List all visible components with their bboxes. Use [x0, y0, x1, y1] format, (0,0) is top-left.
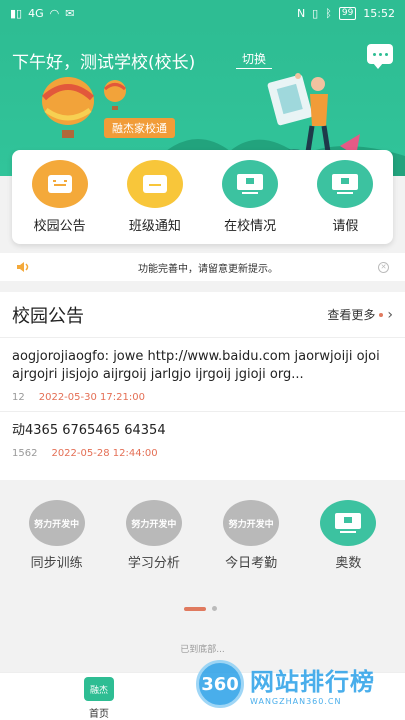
page-dot-active[interactable]	[184, 606, 206, 611]
wifi-icon: ◠	[49, 6, 60, 20]
clock: 15:52	[363, 6, 395, 20]
feature-learning-analysis[interactable]: 努力开发中 学习分析	[114, 500, 194, 580]
view-count: 1562	[12, 448, 38, 459]
timestamp: 2022-05-30 17:21:00	[38, 392, 145, 403]
watermark-logo: 360	[196, 660, 244, 708]
in-development-badge: 努力开发中	[28, 500, 85, 546]
feature-math-olympiad[interactable]: 奥数	[308, 500, 388, 580]
page-indicator	[184, 606, 217, 611]
menu-label: 在校情况	[224, 219, 277, 234]
feature-sync-training[interactable]: 努力开发中 同步训练	[17, 500, 97, 580]
watermark-subtitle: WANGZHAN360.CN	[250, 697, 342, 706]
view-more-link[interactable]: 查看更多 ›	[327, 306, 393, 323]
menu-class-notice[interactable]: 班级通知	[112, 160, 198, 244]
feature-attendance[interactable]: 努力开发中 今日考勤	[211, 500, 291, 580]
bluetooth-icon: ᛒ	[325, 6, 332, 20]
menu-label: 校园公告	[33, 219, 86, 234]
nfc-icon: N	[296, 6, 306, 20]
menu-campus-announcement[interactable]: 校园公告	[17, 160, 103, 244]
watermark: 360 网站排行榜 WANGZHAN360.CN	[196, 660, 375, 708]
announcement-meta: 1562 2022-05-28 12:44:00	[12, 448, 393, 467]
list-item[interactable]: 动4365 6765465 64354 1562 2022-05-28 12:4…	[0, 412, 405, 467]
monitor-icon	[222, 160, 279, 208]
menu-label: 请假	[332, 219, 359, 234]
announcement-section: 校园公告 查看更多 › aogjorojiaogfo: jowe http://…	[0, 292, 405, 480]
announcement-text: aogjorojiaogfo: jowe http://www.baidu.co…	[12, 349, 380, 382]
end-of-list-text: 已到底部...	[180, 645, 225, 655]
monitor-icon	[320, 500, 377, 546]
feature-row: 努力开发中 同步训练 努力开发中 学习分析 努力开发中 今日考勤 奥数	[0, 500, 405, 580]
notice-icon	[126, 160, 183, 208]
vibrate-icon: ▯	[312, 6, 319, 20]
home-icon: 融杰	[84, 677, 114, 701]
watermark-title: 网站排行榜	[250, 668, 375, 696]
feature-label: 奥数	[335, 556, 362, 571]
menu-leave-request[interactable]: 请假	[302, 160, 388, 244]
timestamp: 2022-05-28 12:44:00	[51, 448, 158, 459]
wechat-icon: ✉	[65, 6, 75, 20]
leave-icon	[317, 160, 374, 208]
greeting-text: 下午好，测试学校(校长)	[12, 53, 196, 73]
tab-label: 首页	[89, 709, 109, 720]
quick-menu: 校园公告 班级通知 在校情况 请假	[12, 150, 393, 244]
feature-label: 学习分析	[127, 556, 180, 571]
message-icon[interactable]	[367, 44, 393, 69]
banner-tag: 融杰家校通	[104, 118, 175, 138]
in-development-badge: 努力开发中	[125, 500, 182, 546]
menu-school-status[interactable]: 在校情况	[207, 160, 293, 244]
announcement-icon	[31, 160, 88, 208]
notice-bar: 功能完善中，请留意更新提示。 ✕	[0, 253, 405, 281]
menu-label: 班级通知	[128, 219, 181, 234]
announcement-meta: 12 2022-05-30 17:21:00	[12, 392, 393, 411]
sim-icon: ▮▯	[10, 6, 23, 20]
page-dot[interactable]	[212, 606, 217, 611]
announcement-text: 动4365 6765465 64354	[12, 423, 166, 438]
section-title: 校园公告	[12, 305, 84, 327]
in-development-badge: 努力开发中	[223, 500, 280, 546]
tab-home[interactable]: 融杰 首页	[84, 677, 114, 720]
status-bar: ▮▯ 4G ◠ ✉ N ▯ ᛒ 99 15:52	[0, 0, 405, 26]
network-label: 4G	[28, 6, 44, 20]
notice-text: 功能完善中，请留意更新提示。	[138, 263, 278, 275]
battery-icon: 99	[338, 6, 357, 20]
feature-label: 今日考勤	[225, 556, 278, 571]
speaker-icon	[17, 262, 29, 272]
feature-label: 同步训练	[30, 556, 83, 571]
chevron-right-icon: ›	[387, 306, 393, 323]
list-item[interactable]: aogjorojiaogfo: jowe http://www.baidu.co…	[0, 338, 405, 412]
switch-school-button[interactable]: 切换	[236, 50, 273, 69]
close-icon[interactable]: ✕	[378, 261, 389, 273]
view-count: 12	[12, 392, 25, 403]
dot-icon	[379, 312, 384, 317]
view-more-label: 查看更多	[327, 308, 376, 322]
announcement-header: 校园公告 查看更多 ›	[0, 292, 405, 338]
